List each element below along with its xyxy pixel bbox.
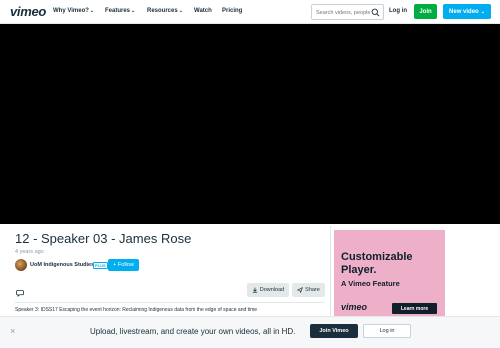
follow-button[interactable]: + Follow xyxy=(108,259,139,271)
ad-vimeo-logo: vimeo xyxy=(341,302,368,312)
video-title: 12 - Speaker 03 - James Rose xyxy=(15,231,192,246)
search-input[interactable] xyxy=(316,8,374,17)
new-video-label: New video xyxy=(449,8,479,15)
chevron-down-icon: ⌄ xyxy=(89,8,95,14)
banner-text: Upload, livestream, and create your own … xyxy=(90,327,296,336)
video-description: Speaker 3: IDSS17 Escaping the event hor… xyxy=(15,307,258,313)
signup-banner: × Upload, livestream, and create your ow… xyxy=(0,316,500,348)
nav-resources[interactable]: Resources⌄ xyxy=(147,8,183,14)
chevron-down-icon: ⌄ xyxy=(480,8,485,15)
comment-icon[interactable] xyxy=(16,289,24,297)
nav-resources-label: Resources xyxy=(147,8,178,14)
download-button[interactable]: Download xyxy=(247,283,289,297)
nav-features-label: Features xyxy=(105,8,131,14)
chevron-down-icon: ⌄ xyxy=(178,8,183,14)
login-link[interactable]: Log in xyxy=(389,8,407,14)
sidebar-divider xyxy=(330,226,331,316)
video-player[interactable] xyxy=(0,24,500,224)
share-icon xyxy=(297,287,304,293)
divider xyxy=(15,302,325,303)
new-video-button[interactable]: New video ⌄ xyxy=(443,4,491,19)
nav-why-vimeo-label: Why Vimeo? xyxy=(53,8,89,14)
plus-badge: PLUS xyxy=(93,262,108,269)
nav-watch-label: Watch xyxy=(194,8,212,14)
download-icon xyxy=(252,287,257,293)
learn-more-button[interactable]: Learn more xyxy=(392,303,437,314)
search-box xyxy=(311,4,384,20)
nav-features[interactable]: Features⌄ xyxy=(105,8,135,14)
ad-banner[interactable]: Customizable Player. A Vimeo Feature vim… xyxy=(334,230,445,316)
banner-login-button[interactable]: Log in xyxy=(363,324,411,338)
download-label: Download xyxy=(259,287,285,293)
share-label: Share xyxy=(305,287,320,293)
avatar[interactable] xyxy=(15,259,27,271)
ad-subtitle: A Vimeo Feature xyxy=(341,279,400,288)
nav-watch[interactable]: Watch xyxy=(194,8,212,14)
join-button[interactable]: Join xyxy=(414,4,437,19)
channel-name-link[interactable]: UoM Indigenous Studies xyxy=(30,262,94,268)
share-button[interactable]: Share xyxy=(292,283,325,297)
vimeo-logo[interactable]: vimeo xyxy=(10,4,46,19)
ad-title: Customizable Player. xyxy=(341,251,413,276)
search-icon[interactable] xyxy=(371,8,380,17)
chevron-down-icon: ⌄ xyxy=(131,8,136,14)
video-age: 4 years ago xyxy=(15,249,44,255)
nav-pricing-label: Pricing xyxy=(222,8,243,14)
join-vimeo-button[interactable]: Join Vimeo xyxy=(310,324,358,338)
nav-pricing[interactable]: Pricing xyxy=(222,8,242,14)
top-nav: vimeo Why Vimeo?⌄ Features⌄ Resources⌄ W… xyxy=(0,0,500,24)
nav-why-vimeo[interactable]: Why Vimeo?⌄ xyxy=(53,8,94,14)
close-icon[interactable]: × xyxy=(10,326,15,336)
